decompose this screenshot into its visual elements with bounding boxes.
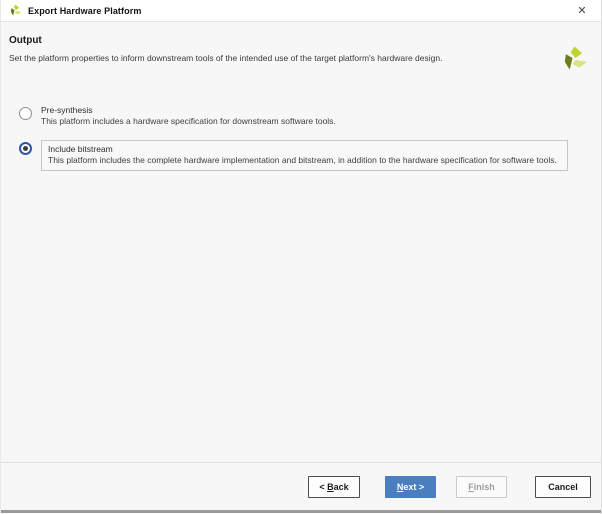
export-hardware-platform-dialog: Export Hardware Platform ✕ Output Set th…: [0, 0, 602, 514]
option-include-bitstream-box[interactable]: Include bitstream This platform includes…: [41, 140, 568, 171]
radio-include-bitstream[interactable]: [19, 142, 32, 155]
vendor-pinwheel-icon: [564, 46, 588, 70]
title-bar: Export Hardware Platform ✕: [1, 0, 601, 22]
radio-pre-synthesis[interactable]: [19, 107, 32, 120]
option-description: This platform includes the complete hard…: [48, 155, 557, 165]
option-label: Pre-synthesis: [41, 105, 93, 115]
radio-dot: [23, 146, 28, 151]
window-bottom-edge: [1, 510, 601, 513]
window-title: Export Hardware Platform: [28, 5, 142, 16]
cancel-button[interactable]: Cancel: [535, 476, 591, 498]
option-description: This platform includes a hardware specif…: [41, 116, 336, 126]
option-pre-synthesis: Pre-synthesis This platform includes a h…: [19, 104, 336, 127]
vendor-pinwheel-icon: [10, 4, 22, 16]
next-button[interactable]: Next >: [385, 476, 436, 498]
page-title: Output: [9, 35, 42, 46]
page-description: Set the platform properties to inform do…: [9, 53, 443, 63]
option-text: Pre-synthesis This platform includes a h…: [41, 104, 336, 127]
back-button[interactable]: < Back: [308, 476, 360, 498]
wizard-header: Output Set the platform properties to in…: [1, 23, 601, 95]
option-include-bitstream: Include bitstream This platform includes…: [19, 140, 568, 171]
option-label: Include bitstream: [48, 144, 113, 154]
finish-button[interactable]: Finish: [456, 476, 507, 498]
close-icon[interactable]: ✕: [571, 2, 593, 20]
footer-separator: [1, 462, 601, 463]
